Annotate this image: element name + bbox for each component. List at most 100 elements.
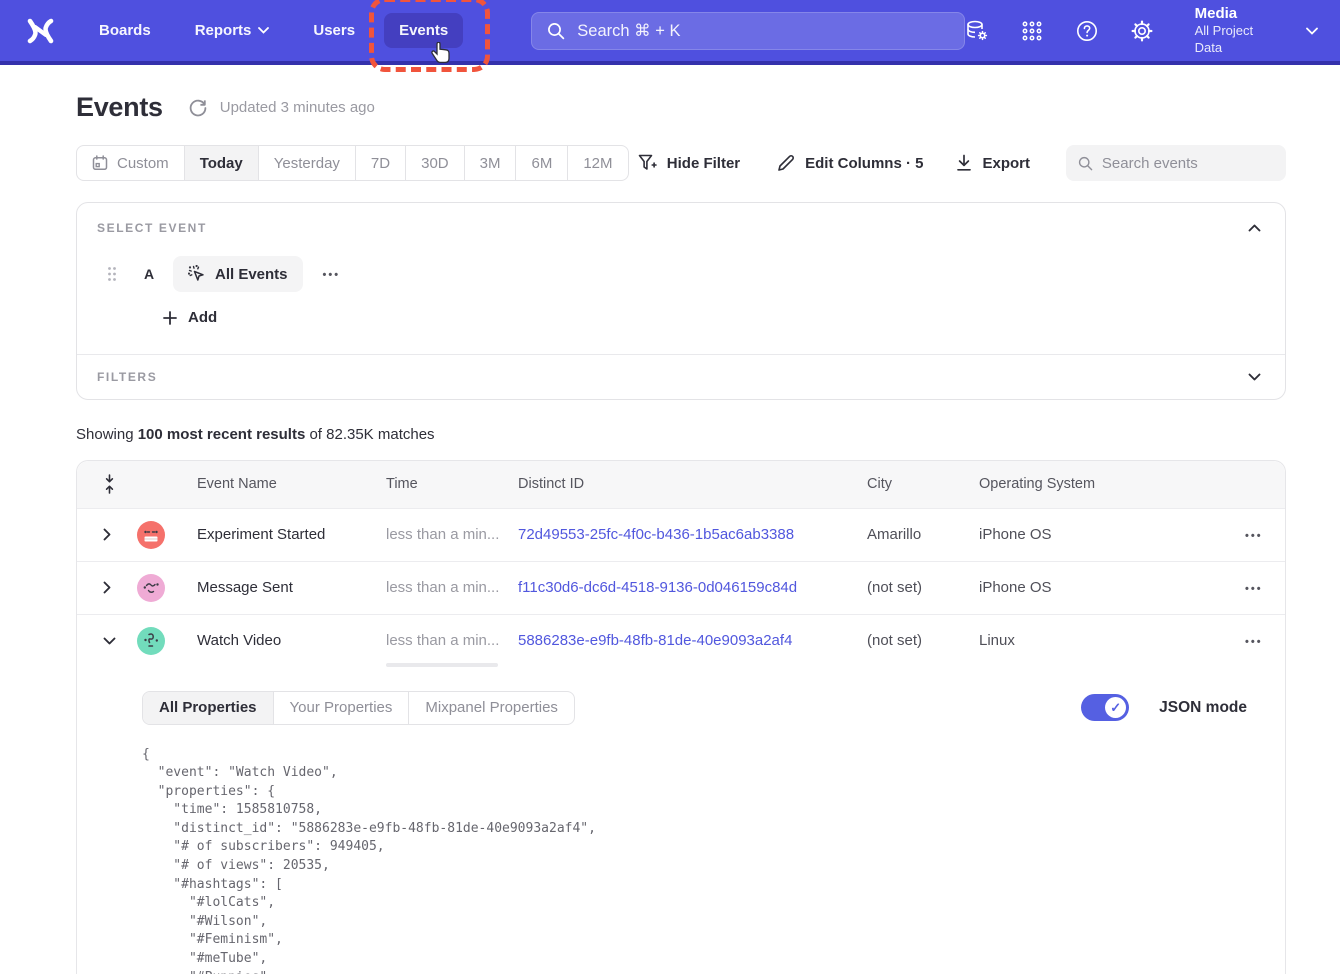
- row-more-options-icon[interactable]: [1239, 522, 1269, 547]
- expand-row-chevron-right-icon[interactable]: [103, 528, 117, 541]
- date-range-30d[interactable]: 30D: [406, 146, 465, 180]
- date-range-segmented-control: Custom Today Yesterday 7D 30D 3M 6M 12M: [76, 145, 629, 181]
- events-table: Event Name Time Distinct ID City Operati…: [76, 460, 1286, 974]
- event-more-options-icon[interactable]: [317, 261, 347, 287]
- export-label: Export: [982, 155, 1030, 172]
- add-event-label: Add: [188, 309, 217, 326]
- results-summary-count: 100 most recent results: [138, 426, 306, 443]
- search-events-box[interactable]: [1066, 145, 1286, 181]
- column-header-city[interactable]: City: [867, 476, 979, 492]
- nav-item-reports[interactable]: Reports: [180, 13, 285, 48]
- page-title: Events: [76, 92, 163, 123]
- date-range-3m[interactable]: 3M: [465, 146, 517, 180]
- edit-columns-label: Edit Columns · 5: [805, 155, 923, 172]
- query-builder-card: SELECT EVENT A: [76, 202, 1286, 400]
- city-cell: (not set): [867, 579, 979, 596]
- data-management-icon[interactable]: [965, 19, 989, 43]
- edit-columns-button[interactable]: Edit Columns · 5: [777, 154, 923, 172]
- time-cell: less than a min...: [386, 526, 518, 543]
- event-selector-pill[interactable]: All Events: [173, 256, 303, 292]
- search-icon: [1078, 155, 1093, 172]
- date-range-12m[interactable]: 12M: [568, 146, 627, 180]
- nav-item-boards[interactable]: Boards: [84, 13, 166, 48]
- calendar-icon: [92, 155, 108, 171]
- distinct-id-link[interactable]: 72d49553-25fc-4f0c-b436-1b5ac6ab3388: [518, 526, 867, 543]
- expand-filters-chevron-down-icon[interactable]: [1246, 371, 1263, 383]
- settings-gear-icon[interactable]: [1130, 19, 1154, 43]
- last-updated-text: Updated 3 minutes ago: [220, 99, 375, 116]
- os-cell: iPhone OS: [979, 526, 1225, 543]
- tab-mixpanel-properties[interactable]: Mixpanel Properties: [409, 692, 574, 724]
- row-more-options-icon[interactable]: [1239, 628, 1269, 653]
- event-row-letter: A: [144, 266, 156, 282]
- event-name-cell: Experiment Started: [197, 526, 386, 543]
- table-row-expanded[interactable]: Watch Video less than a min... 5886283e-…: [77, 614, 1285, 667]
- hide-filter-button[interactable]: Hide Filter: [638, 154, 740, 172]
- search-icon: [547, 22, 565, 40]
- avatar-icon: [137, 627, 165, 655]
- event-click-icon: [188, 265, 206, 283]
- column-header-distinct-id[interactable]: Distinct ID: [518, 476, 867, 492]
- download-icon: [956, 154, 972, 172]
- distinct-id-link[interactable]: f11c30d6-dc6d-4518-9136-0d046159c84d: [518, 579, 867, 596]
- nav-item-reports-label: Reports: [195, 22, 252, 39]
- drag-handle-icon[interactable]: [107, 266, 117, 282]
- distinct-id-link[interactable]: 5886283e-e9fb-48fb-81de-40e9093a2af4: [518, 632, 867, 649]
- table-row[interactable]: Message Sent less than a min... f11c30d6…: [77, 561, 1285, 614]
- expand-row-chevron-right-icon[interactable]: [103, 581, 117, 594]
- os-cell: Linux: [979, 632, 1225, 649]
- collapse-all-rows-icon[interactable]: [103, 474, 116, 494]
- date-range-yesterday[interactable]: Yesterday: [259, 146, 356, 180]
- results-summary-suffix: of 82.35K matches: [305, 426, 434, 443]
- top-nav: Boards Reports Users Events Search ⌘ + K: [0, 0, 1340, 65]
- event-json-content: { "event": "Watch Video", "properties": …: [142, 746, 1265, 974]
- city-cell: Amarillo: [867, 526, 979, 543]
- project-selector[interactable]: Media All Project Data: [1195, 4, 1259, 57]
- add-event-button[interactable]: Add: [163, 309, 217, 326]
- event-name-cell: Message Sent: [197, 579, 386, 596]
- row-more-options-icon[interactable]: [1239, 575, 1269, 600]
- json-mode-toggle[interactable]: [1081, 694, 1129, 721]
- toggle-check-icon: [1105, 697, 1126, 718]
- date-range-today[interactable]: Today: [185, 146, 259, 180]
- avatar-icon: [137, 521, 165, 549]
- nav-item-users[interactable]: Users: [298, 13, 370, 48]
- collapse-row-chevron-down-icon[interactable]: [103, 637, 117, 645]
- date-range-7d[interactable]: 7D: [356, 146, 406, 180]
- search-events-input[interactable]: [1102, 155, 1274, 172]
- global-search-input[interactable]: Search ⌘ + K: [531, 12, 964, 50]
- horizontal-scrollbar-thumb[interactable]: [386, 663, 498, 667]
- tab-all-properties[interactable]: All Properties: [143, 692, 274, 724]
- city-cell: (not set): [867, 632, 979, 649]
- apps-grid-icon[interactable]: [1020, 19, 1044, 43]
- properties-tabs: All Properties Your Properties Mixpanel …: [142, 691, 575, 725]
- tab-your-properties[interactable]: Your Properties: [274, 692, 410, 724]
- event-name-cell: Watch Video: [197, 632, 386, 649]
- project-chevron-down-icon[interactable]: [1306, 27, 1318, 35]
- json-mode-label: JSON mode: [1159, 699, 1247, 717]
- export-button[interactable]: Export: [956, 154, 1030, 172]
- hide-filter-label: Hide Filter: [667, 155, 740, 172]
- column-header-operating-system[interactable]: Operating System: [979, 476, 1225, 492]
- filter-funnel-icon: [638, 154, 657, 172]
- date-range-custom-label: Custom: [117, 155, 169, 172]
- date-range-6m[interactable]: 6M: [516, 146, 568, 180]
- global-search-placeholder: Search ⌘ + K: [577, 21, 680, 41]
- help-icon[interactable]: [1075, 19, 1099, 43]
- collapse-section-chevron-up-icon[interactable]: [1246, 222, 1263, 234]
- selected-event-name: All Events: [215, 266, 288, 283]
- project-subtitle: All Project Data: [1195, 23, 1259, 57]
- cursor-pointer-icon: [430, 42, 452, 66]
- table-row[interactable]: Experiment Started less than a min... 72…: [77, 508, 1285, 561]
- avatar-icon: [137, 574, 165, 602]
- results-summary: Showing 100 most recent results of 82.35…: [76, 426, 1286, 443]
- project-name: Media: [1195, 4, 1259, 24]
- mixpanel-logo-icon[interactable]: [26, 18, 56, 44]
- select-event-label: SELECT EVENT: [97, 221, 207, 235]
- table-header-row: Event Name Time Distinct ID City Operati…: [77, 461, 1285, 508]
- time-cell: less than a min...: [386, 579, 518, 596]
- column-header-time[interactable]: Time: [386, 476, 518, 492]
- column-header-event-name[interactable]: Event Name: [197, 476, 386, 492]
- date-range-custom[interactable]: Custom: [77, 146, 185, 180]
- refresh-icon[interactable]: [188, 98, 208, 118]
